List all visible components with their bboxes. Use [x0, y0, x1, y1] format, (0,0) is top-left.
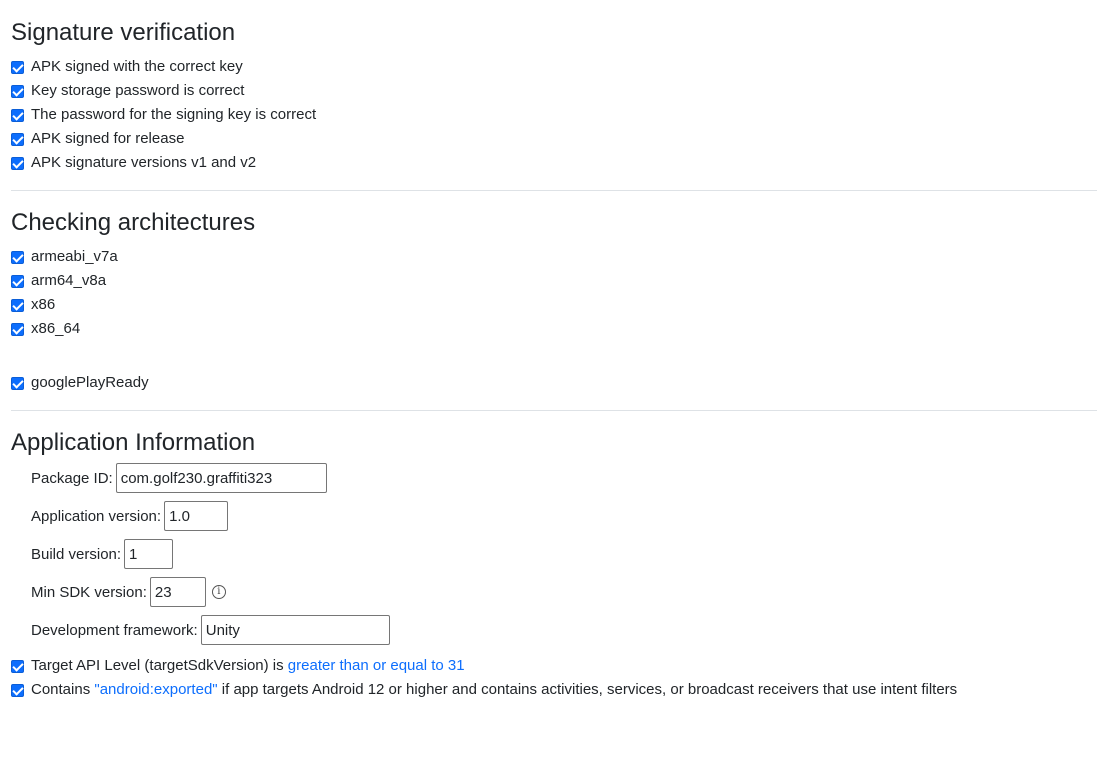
check-label: APK signature versions v1 and v2 — [31, 154, 257, 171]
check-label: APK signed for release — [31, 130, 185, 147]
checkbox-checked[interactable] — [11, 60, 24, 74]
checkbox-checked[interactable] — [11, 132, 24, 146]
package-id-label: Package ID: — [31, 469, 113, 487]
check-label: arm64_v8a — [31, 272, 107, 289]
divider — [11, 190, 1097, 191]
checkbox-checked[interactable] — [11, 250, 24, 264]
info-icon[interactable]: i — [211, 585, 226, 599]
min-sdk-label: Min SDK version: — [31, 583, 147, 601]
framework-row: Development framework: — [31, 615, 390, 645]
framework-input[interactable] — [200, 615, 390, 645]
framework-label: Development framework: — [31, 621, 198, 639]
checkbox-checked[interactable] — [11, 274, 24, 288]
app-version-row: Application version: — [31, 501, 229, 531]
application-information-title: Application Information — [11, 429, 256, 456]
check-arch-arm64-v8a[interactable]: arm64_v8a — [11, 271, 106, 291]
check-arch-x86-64[interactable]: x86_64 — [11, 319, 80, 339]
package-id-input[interactable] — [115, 463, 327, 493]
check-signed-correct-key[interactable]: APK signed with the correct key — [11, 57, 243, 77]
check-arch-x86[interactable]: x86 — [11, 295, 55, 315]
app-version-input[interactable] — [164, 501, 229, 531]
checkbox-checked[interactable] — [11, 156, 24, 170]
checkbox-checked[interactable] — [11, 298, 24, 312]
check-label: Contains "android:exported" if app targe… — [31, 680, 957, 700]
android-exported-link[interactable]: "android:exported" — [94, 681, 217, 698]
checkbox-checked[interactable] — [11, 108, 24, 122]
check-label: APK signed with the correct key — [31, 58, 243, 75]
checkbox-checked[interactable] — [11, 322, 24, 336]
check-label: The password for the signing key is corr… — [31, 106, 317, 123]
check-signed-for-release[interactable]: APK signed for release — [11, 129, 184, 149]
build-version-input[interactable] — [124, 539, 174, 569]
check-label: googlePlayReady — [31, 374, 149, 391]
check-label: x86_64 — [31, 320, 81, 337]
check-android-exported[interactable]: Contains "android:exported" if app targe… — [11, 680, 957, 700]
check-label: x86 — [31, 296, 56, 313]
exported-suffix: if app targets Android 12 or higher and … — [217, 681, 958, 698]
check-label: Key storage password is correct — [31, 82, 245, 99]
divider — [11, 410, 1097, 411]
build-version-row: Build version: — [31, 539, 174, 569]
exported-prefix: Contains — [31, 681, 95, 698]
package-id-row: Package ID: — [31, 463, 327, 493]
min-sdk-row: Min SDK version: i — [31, 577, 226, 607]
checking-architectures-title: Checking architectures — [11, 209, 256, 236]
min-sdk-input[interactable] — [149, 577, 206, 607]
check-signing-key-password[interactable]: The password for the signing key is corr… — [11, 105, 316, 125]
check-target-api-level[interactable]: Target API Level (targetSdkVersion) is g… — [11, 656, 465, 676]
check-key-storage-password[interactable]: Key storage password is correct — [11, 81, 244, 101]
check-label: Target API Level (targetSdkVersion) is g… — [31, 656, 465, 676]
check-signature-versions[interactable]: APK signature versions v1 and v2 — [11, 153, 256, 173]
signature-verification-title: Signature verification — [11, 19, 236, 46]
checkbox-checked[interactable] — [11, 683, 24, 697]
check-label: armeabi_v7a — [31, 248, 118, 265]
build-version-label: Build version: — [31, 545, 122, 563]
check-arch-armeabi-v7a[interactable]: armeabi_v7a — [11, 247, 118, 267]
target-api-text: Target API Level (targetSdkVersion) is — [31, 657, 288, 674]
checkbox-checked[interactable] — [11, 659, 24, 673]
check-google-play-ready[interactable]: googlePlayReady — [11, 373, 149, 393]
target-api-link[interactable]: greater than or equal to 31 — [288, 657, 465, 674]
checkbox-checked[interactable] — [11, 84, 24, 98]
app-version-label: Application version: — [31, 507, 162, 525]
checkbox-checked[interactable] — [11, 376, 24, 390]
